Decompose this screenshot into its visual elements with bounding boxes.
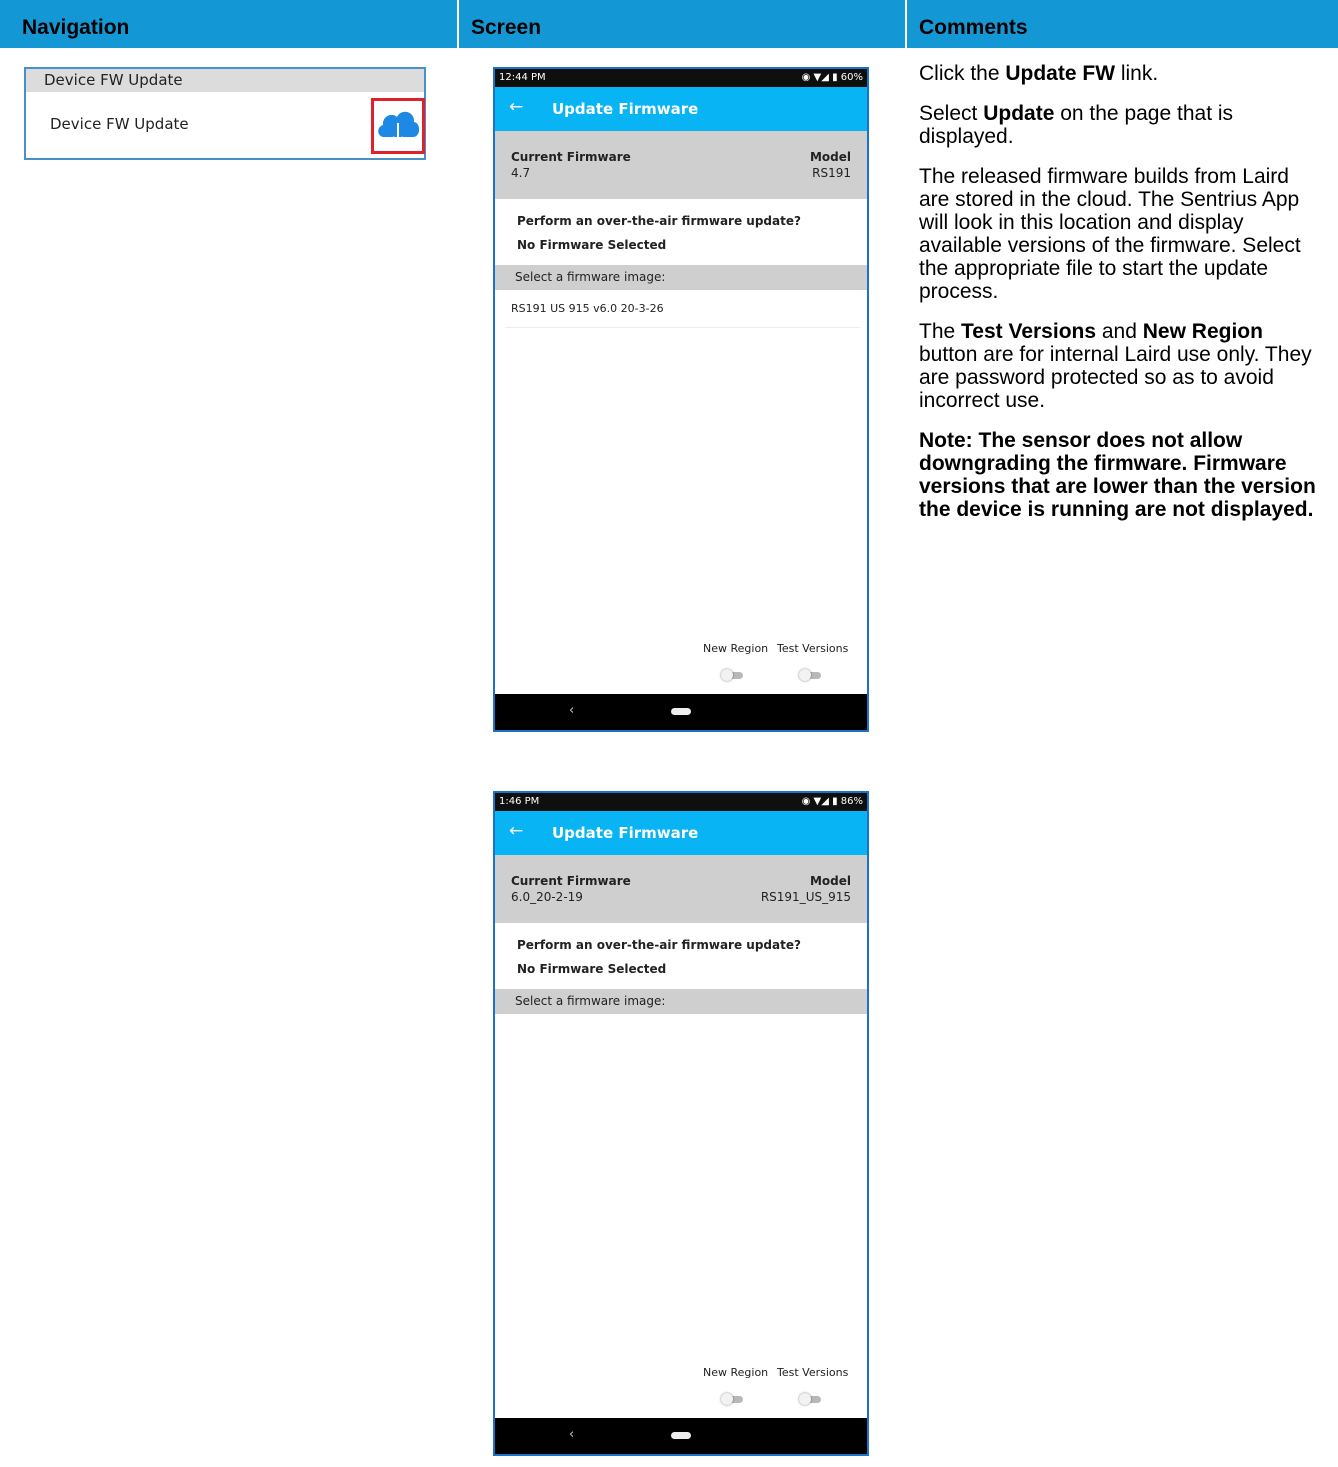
select-firmware-prompt: Select a firmware image: xyxy=(495,989,867,1014)
back-arrow-icon[interactable]: ← xyxy=(509,97,523,117)
cloud-download-icon xyxy=(378,111,420,144)
system-nav-bar: ‹ xyxy=(495,694,867,730)
update-question: Perform an over-the-air firmware update? xyxy=(517,938,801,952)
firmware-info-panel: Current Firmware 6.0_20-2-19 Model RS191… xyxy=(495,855,867,923)
header-navigation: Navigation xyxy=(22,16,130,39)
header-comments: Comments xyxy=(919,16,1028,39)
comment-test-versions: The Test Versions and New Region button … xyxy=(919,320,1312,412)
model-label: Model xyxy=(809,874,851,888)
current-firmware-label: Current Firmware xyxy=(511,150,631,164)
phone-screen-1: 12:44 PM ◉ ▼◢ ▮ 60% ← Update Firmware Cu… xyxy=(493,67,869,732)
header-divider xyxy=(457,0,459,48)
model-value: RS191_US_915 xyxy=(760,890,851,904)
nav-section-heading: Device FW Update xyxy=(26,69,424,92)
comment-cloud-builds: The released firmware builds from Laird … xyxy=(919,165,1301,303)
header-divider xyxy=(905,0,907,48)
app-bar: ← Update Firmware xyxy=(495,87,867,131)
current-firmware-value: 6.0_20-2-19 xyxy=(511,890,583,904)
comment-select-update: Select Update on the page that is displa… xyxy=(919,102,1234,148)
firmware-info-panel: Current Firmware 4.7 Model RS191 xyxy=(495,131,867,199)
test-versions-label: Test Versions xyxy=(777,642,849,655)
phone-screen-2: 1:46 PM ◉ ▼◢ ▮ 86% ← Update Firmware Cur… xyxy=(493,791,869,1456)
nav-snippet: Device FW Update Device FW Update xyxy=(24,67,426,160)
no-firmware-selected: No Firmware Selected xyxy=(517,962,667,976)
status-bar: 1:46 PM ◉ ▼◢ ▮ 86% xyxy=(495,793,867,811)
status-time: 1:46 PM xyxy=(499,796,540,807)
page-title: Update Firmware xyxy=(552,100,699,118)
new-region-toggle[interactable] xyxy=(721,1393,745,1405)
table-header: Navigation Screen Comments xyxy=(0,0,1338,48)
system-nav-bar: ‹ xyxy=(495,1418,867,1454)
select-firmware-prompt: Select a firmware image: xyxy=(495,265,867,290)
test-versions-toggle[interactable] xyxy=(799,669,823,681)
nav-item-label: Device FW Update xyxy=(50,115,189,133)
current-firmware-label: Current Firmware xyxy=(511,874,631,888)
test-versions-toggle[interactable] xyxy=(799,1393,823,1405)
firmware-list-item[interactable]: RS191 US 915 v6.0 20-3-26 xyxy=(495,291,867,327)
nav-back-icon[interactable]: ‹ xyxy=(569,1427,574,1442)
list-divider xyxy=(505,327,860,328)
nav-back-icon[interactable]: ‹ xyxy=(569,703,574,718)
back-arrow-icon[interactable]: ← xyxy=(509,821,523,841)
new-region-label: New Region xyxy=(703,1366,769,1379)
model-label: Model xyxy=(809,150,851,164)
comment-click-update-fw: Click the Update FW link. xyxy=(919,62,1159,85)
header-screen: Screen xyxy=(471,16,542,39)
new-region-toggle[interactable] xyxy=(721,669,745,681)
no-firmware-selected: No Firmware Selected xyxy=(517,238,667,252)
status-time: 12:44 PM xyxy=(499,72,546,83)
test-versions-label: Test Versions xyxy=(777,1366,849,1379)
comments-column: Click the Update FW link. Select Update … xyxy=(919,62,1324,538)
status-bar: 12:44 PM ◉ ▼◢ ▮ 60% xyxy=(495,69,867,87)
update-question: Perform an over-the-air firmware update? xyxy=(517,214,801,228)
comment-note: Note: The sensor does not allow downgrad… xyxy=(919,429,1316,521)
current-firmware-value: 4.7 xyxy=(511,166,531,180)
home-pill-icon[interactable] xyxy=(671,1432,691,1439)
home-pill-icon[interactable] xyxy=(671,708,691,715)
status-icons: ◉ ▼◢ ▮ 60% xyxy=(801,72,863,83)
app-bar: ← Update Firmware xyxy=(495,811,867,855)
status-icons: ◉ ▼◢ ▮ 86% xyxy=(801,796,863,807)
new-region-label: New Region xyxy=(703,642,769,655)
model-value: RS191 xyxy=(812,166,851,180)
page-title: Update Firmware xyxy=(552,824,699,842)
update-fw-link[interactable] xyxy=(371,98,425,154)
